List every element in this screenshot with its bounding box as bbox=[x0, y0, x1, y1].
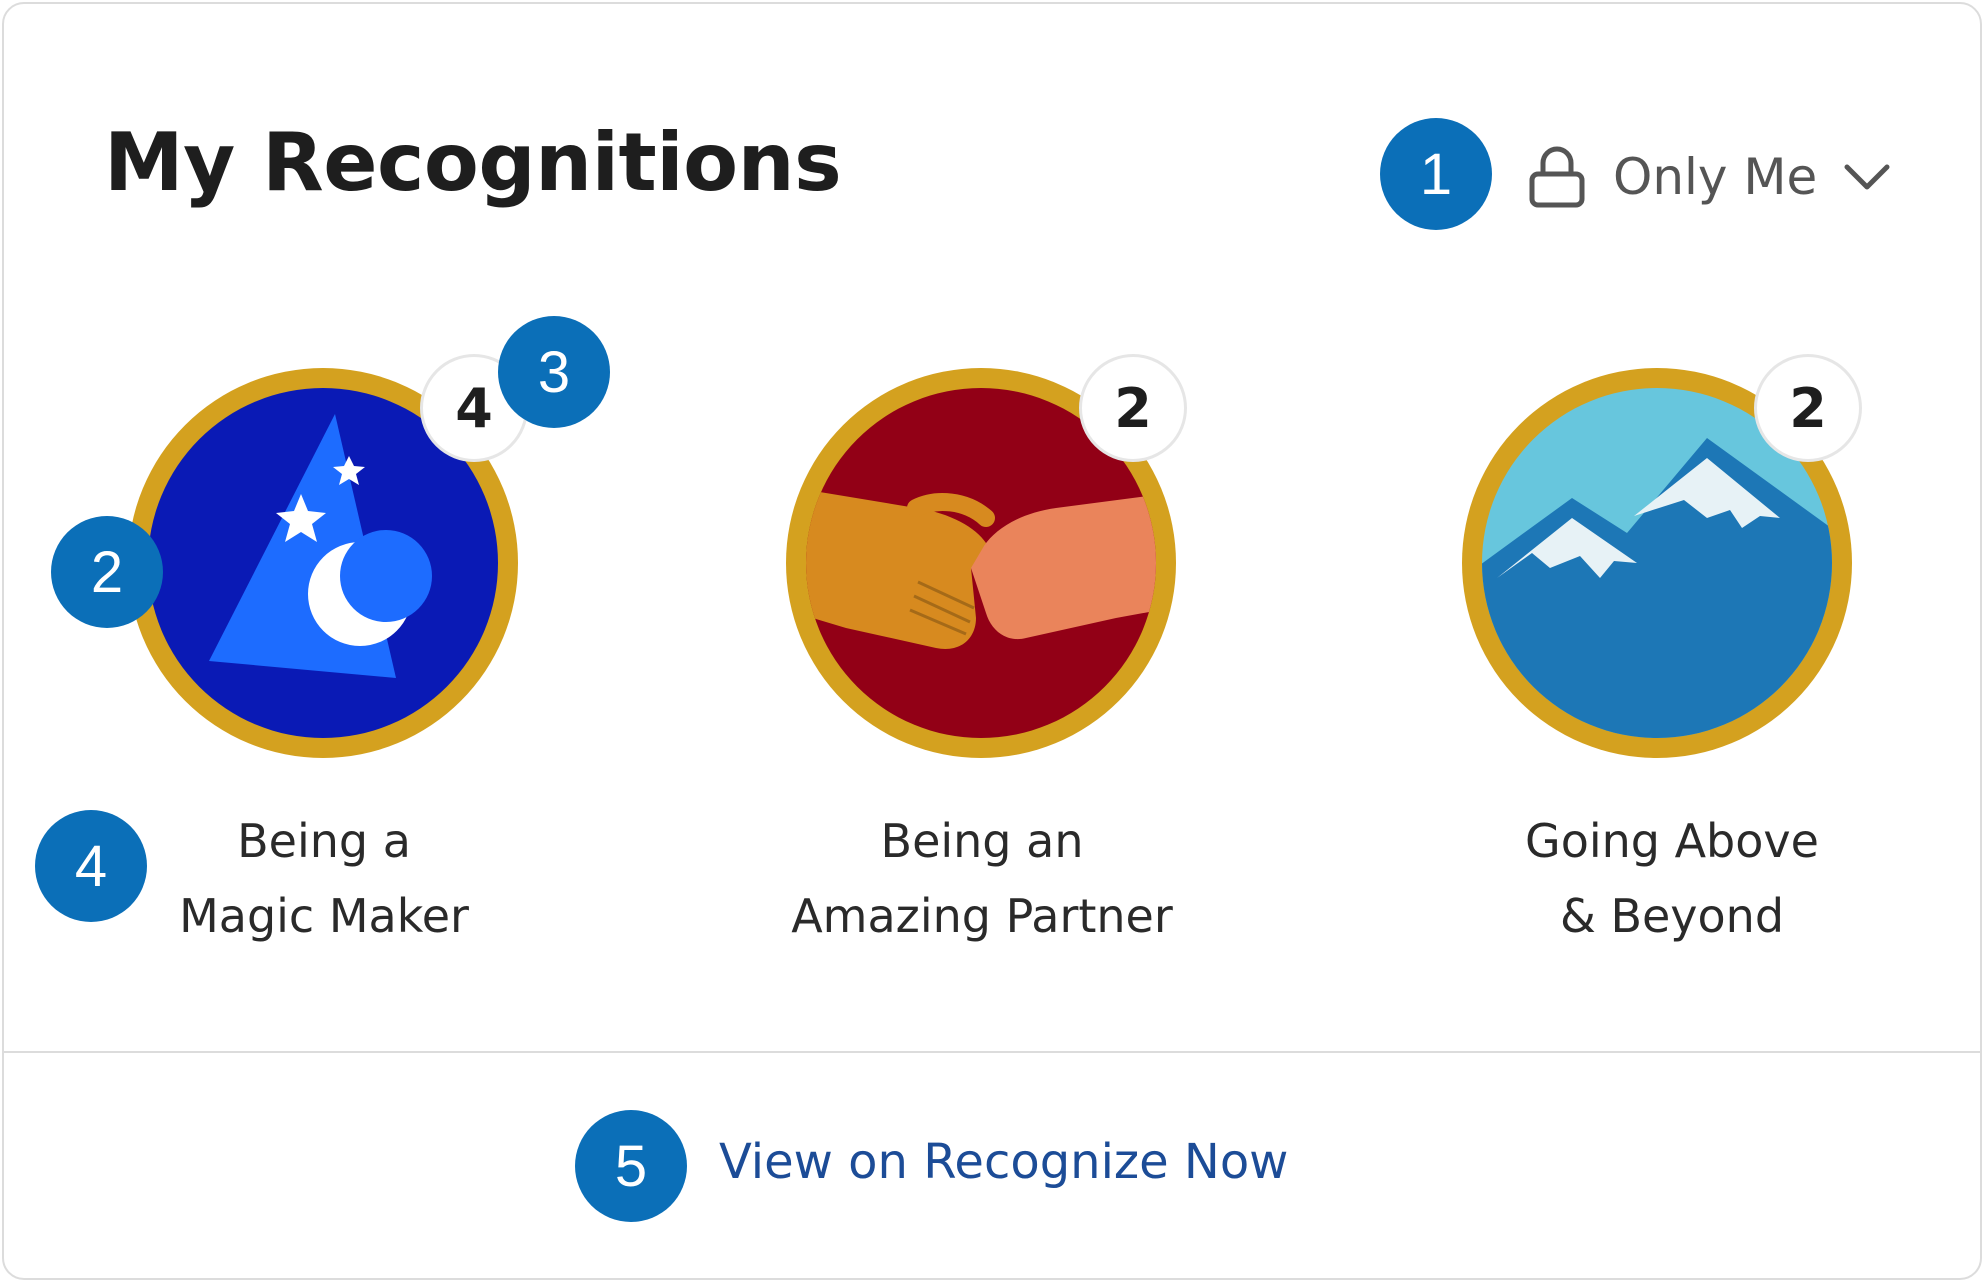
lock-icon bbox=[1529, 146, 1585, 208]
callout-marker-3: 3 bbox=[498, 316, 610, 428]
callout-marker-4: 4 bbox=[35, 810, 147, 922]
chevron-down-icon bbox=[1844, 164, 1890, 190]
recognition-label: Being an Amazing Partner bbox=[791, 814, 1173, 943]
callout-marker-1: 1 bbox=[1380, 118, 1492, 230]
privacy-selected-label: Only Me bbox=[1613, 148, 1818, 206]
count-badge: 2 bbox=[1079, 354, 1187, 462]
recognition-label: Going Above & Beyond bbox=[1525, 814, 1819, 943]
privacy-dropdown[interactable]: Only Me bbox=[1529, 142, 1891, 212]
view-on-recognize-now-link[interactable]: View on Recognize Now bbox=[719, 1134, 1288, 1190]
recognitions-card: My Recognitions Only Me 4 Being a Magic … bbox=[2, 2, 1982, 1280]
callout-marker-2: 2 bbox=[51, 516, 163, 628]
page-title: My Recognitions bbox=[104, 116, 842, 209]
count-badge: 2 bbox=[1754, 354, 1862, 462]
callout-marker-5: 5 bbox=[575, 1110, 687, 1222]
divider bbox=[4, 1051, 1980, 1053]
